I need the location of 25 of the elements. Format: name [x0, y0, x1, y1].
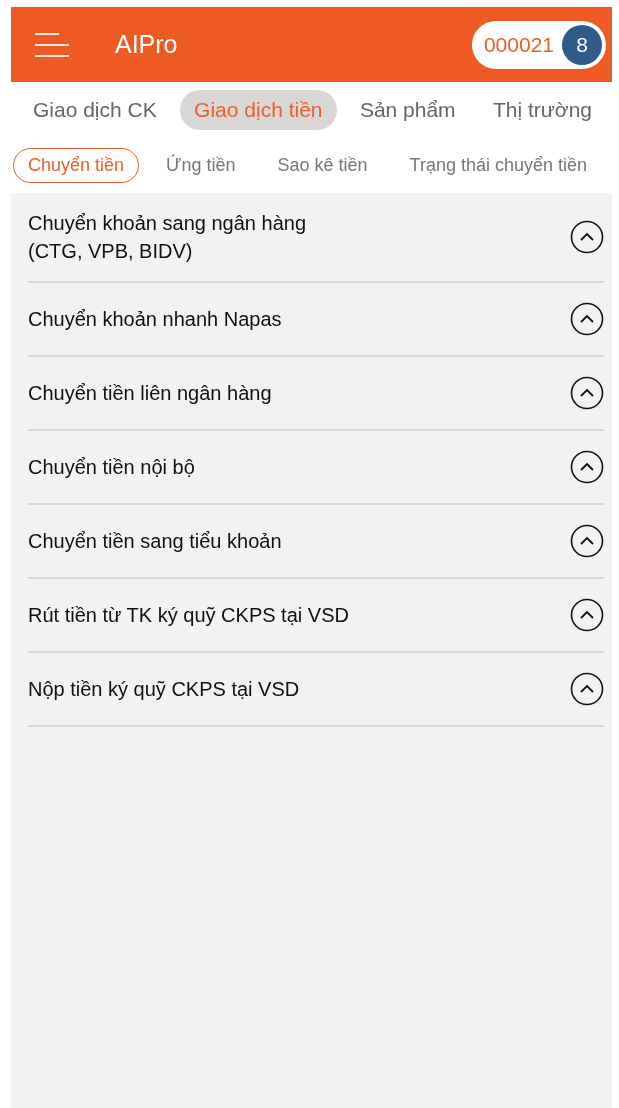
transfer-option[interactable]: Chuyển khoản nhanh Napas: [28, 305, 282, 333]
tab[interactable]: Giao dịch CK: [19, 90, 171, 130]
transfer-option[interactable]: Chuyển tiền sang tiểu khoản: [28, 527, 282, 555]
chevron-up-icon[interactable]: [570, 672, 604, 706]
transfer-option[interactable]: Chuyển tiền nội bộ: [28, 453, 195, 481]
transfer-option[interactable]: Nộp tiền ký quỹ CKPS tại VSD: [28, 675, 300, 703]
tab[interactable]: Thị trường: [478, 90, 606, 130]
chevron-up-icon[interactable]: [570, 302, 604, 336]
account-badge: 8: [562, 24, 602, 65]
chevron-up-icon[interactable]: [570, 598, 604, 632]
transfer-option[interactable]: Chuyển khoản sang ngân hàng (CTG, VPB, BIDV): [28, 209, 306, 265]
subtab[interactable]: Trạng thái chuyển tiền: [394, 148, 588, 183]
account-pill[interactable]: 000021 8: [471, 20, 606, 69]
tab[interactable]: Sản phẩm: [345, 90, 470, 130]
account-number: 000021: [483, 32, 554, 57]
menu-icon[interactable]: [33, 31, 69, 58]
chevron-up-icon[interactable]: [570, 524, 604, 558]
chevron-up-icon[interactable]: [570, 220, 604, 254]
app-title: AIPro: [115, 30, 179, 59]
subtab[interactable]: Ứng tiền: [151, 148, 251, 183]
chevron-up-icon[interactable]: [570, 450, 604, 484]
transfer-option[interactable]: Chuyển tiền liên ngân hàng: [28, 379, 272, 407]
transfer-option[interactable]: Rút tiền từ TK ký quỹ CKPS tại VSD: [28, 601, 349, 629]
subtab[interactable]: Sao kê tiền: [262, 148, 383, 183]
chevron-up-icon[interactable]: [570, 376, 604, 410]
